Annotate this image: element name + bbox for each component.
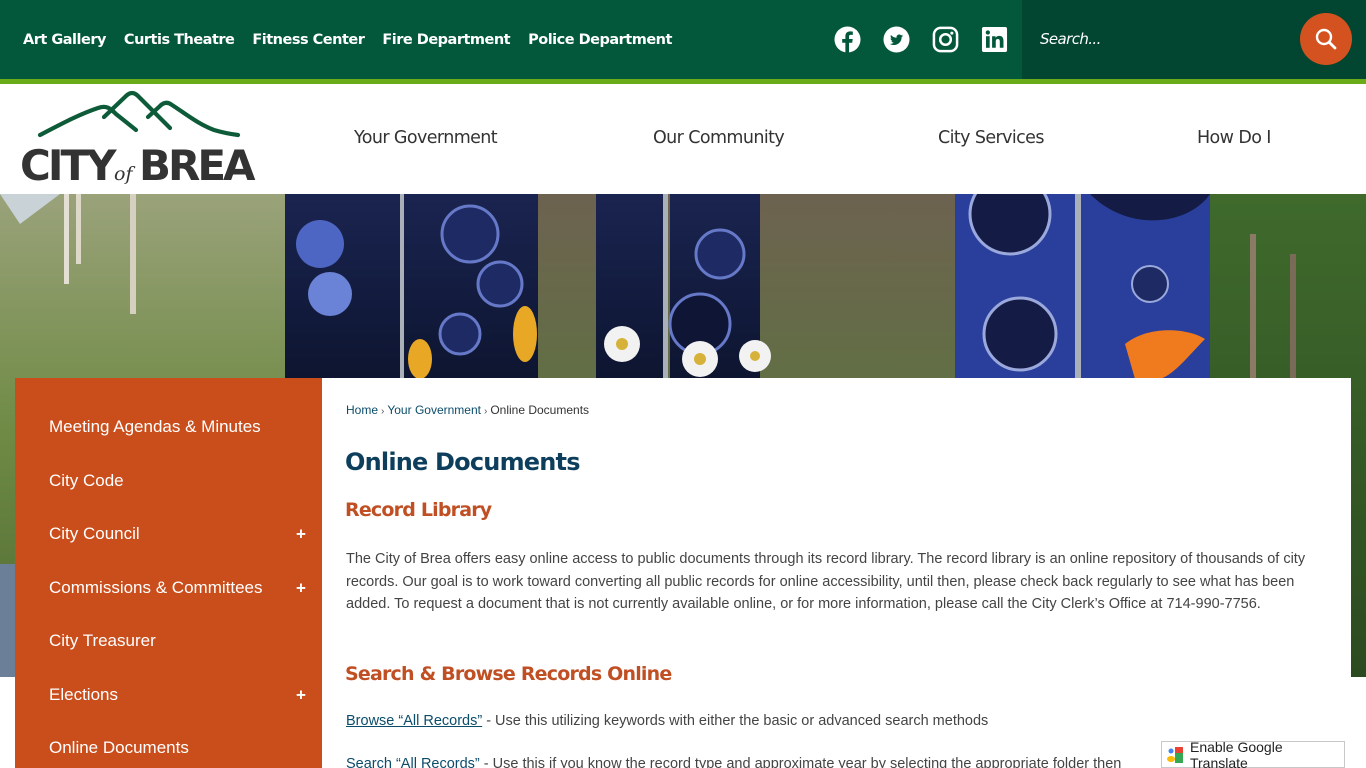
sidebar-item-label: Elections (49, 685, 118, 704)
sidebar-item-commissions-committees[interactable]: Commissions & Committees + (15, 561, 322, 615)
mosaic-panel-left (285, 194, 538, 379)
search-records-description: - Use this if you know the record type a… (479, 756, 1122, 768)
nav-how-do-i[interactable]: How Do I (1197, 128, 1271, 148)
mosaic-panel-right (955, 194, 1210, 379)
quick-link-art-gallery[interactable]: Art Gallery (23, 32, 106, 48)
linkedin-icon (981, 26, 1008, 53)
twitter-link[interactable] (883, 26, 910, 53)
main-content: Home › Your Government › Online Documents On… (322, 378, 1351, 768)
breadcrumb: Home › Your Government › Online Documents (346, 403, 589, 417)
browse-all-records-link[interactable]: Browse “All Records” (346, 713, 482, 729)
expand-plus-icon[interactable]: + (296, 526, 306, 543)
section-sidebar: Meeting Agendas & Minutes City Code City… (15, 378, 322, 768)
search-browse-heading: Search & Browse Records Online (345, 663, 672, 685)
city-logo-link[interactable]: CITY of BREA (18, 90, 264, 190)
sidebar-item-elections[interactable]: Elections + (15, 668, 322, 722)
instagram-link[interactable] (932, 26, 959, 53)
nav-your-government[interactable]: Your Government (354, 128, 498, 148)
nav-city-services[interactable]: City Services (938, 128, 1044, 148)
sidebar-item-city-council[interactable]: City Council + (15, 507, 322, 561)
quick-link-fire-department[interactable]: Fire Department (382, 32, 510, 48)
breadcrumb-your-government[interactable]: Your Government (387, 403, 481, 417)
sidebar-item-label: Online Documents (49, 738, 189, 757)
sidebar-item-city-treasurer[interactable]: City Treasurer (15, 614, 322, 668)
browse-records-item: Browse “All Records” - Use this utilizin… (346, 710, 1336, 733)
logo-city-text: CITY (20, 141, 117, 186)
facebook-link[interactable] (834, 26, 861, 53)
city-of-brea-logo: CITY of BREA (20, 90, 259, 190)
facebook-icon (834, 26, 861, 53)
breadcrumb-separator: › (381, 406, 385, 417)
sidebar-item-online-documents[interactable]: Online Documents (15, 721, 322, 768)
site-header: CITY of BREA Your Government Our Communi… (0, 84, 1366, 194)
sidebar-item-label: City Council (49, 524, 140, 543)
quick-link-police-department[interactable]: Police Department (528, 32, 672, 48)
sidebar-item-meeting-agendas[interactable]: Meeting Agendas & Minutes (15, 400, 322, 454)
utility-bar: Art Gallery Curtis Theatre Fitness Cente… (0, 0, 1366, 79)
instagram-icon (932, 26, 959, 53)
google-translate-button[interactable]: Enable Google Translate (1161, 738, 1345, 768)
breadcrumb-current: Online Documents (490, 403, 590, 417)
sidebar-item-label: Meeting Agendas & Minutes (49, 417, 261, 436)
quick-link-fitness-center[interactable]: Fitness Center (252, 32, 365, 48)
search-input[interactable] (1040, 24, 1290, 54)
record-library-description: The City of Brea offers easy online acce… (346, 551, 1306, 613)
breadcrumb-separator: › (483, 406, 488, 417)
google-translate-label: Enable Google Translate (1189, 738, 1283, 768)
linkedin-link[interactable] (981, 26, 1008, 53)
search-button[interactable] (1300, 13, 1352, 65)
social-links (834, 26, 1008, 53)
sidebar-item-label: City Code (49, 471, 124, 490)
logo-brea-text: BREA (139, 141, 256, 186)
browse-records-description: - Use this utilizing keywords with eithe… (482, 713, 989, 729)
record-library-heading: Record Library (345, 499, 492, 521)
page-title: Online Documents (345, 448, 581, 476)
sidebar-item-label: Commissions & Committees (49, 578, 263, 597)
nav-our-community[interactable]: Our Community (653, 128, 785, 148)
breadcrumb-home[interactable]: Home (346, 403, 378, 417)
sidebar-item-label: City Treasurer (49, 631, 156, 650)
quick-links: Art Gallery Curtis Theatre Fitness Cente… (23, 0, 672, 79)
expand-plus-icon[interactable]: + (296, 580, 306, 597)
search-all-records-link[interactable]: Search “All Records” (346, 756, 480, 768)
google-translate-icon (1166, 746, 1183, 763)
logo-of-text: of (114, 163, 135, 185)
expand-plus-icon[interactable]: + (296, 687, 306, 704)
sidebar-item-city-code[interactable]: City Code (15, 454, 322, 508)
search-icon (1315, 28, 1337, 50)
quick-link-curtis-theatre[interactable]: Curtis Theatre (124, 32, 235, 48)
mosaic-panel-center (596, 194, 771, 379)
search-container (1022, 0, 1366, 79)
twitter-icon (883, 26, 910, 53)
